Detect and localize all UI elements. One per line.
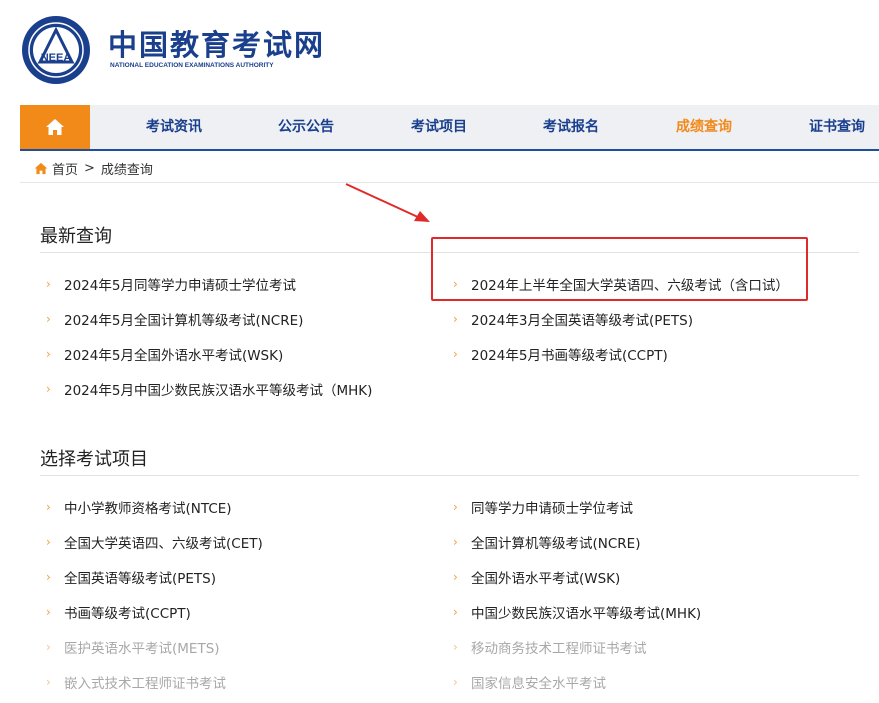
site-title[interactable]: 中国教育考试网 (108, 22, 325, 64)
chevron-right-icon: › (453, 675, 458, 689)
project-item-disabled: › 医护英语水平考试(METS) (46, 640, 220, 657)
chevron-right-icon: › (453, 570, 458, 584)
project-item[interactable]: › 全国大学英语四、六级考试(CET) (46, 532, 263, 552)
project-item[interactable]: › 中国少数民族汉语水平等级考试(MHK) (453, 602, 701, 622)
nav-item-registration[interactable]: 考试报名 (543, 105, 599, 149)
annotation-arrow-icon (345, 183, 430, 222)
select-project-title: 选择考试项目 (40, 449, 148, 470)
project-item-disabled: › 移动商务技术工程师证书考试 (453, 640, 647, 657)
nav-home-button[interactable] (20, 105, 90, 149)
chevron-right-icon: › (453, 640, 458, 654)
highlight-box (431, 237, 808, 301)
neea-emblem-icon[interactable]: NEEA (20, 14, 92, 86)
latest-item[interactable]: › 2024年5月全国计算机等级考试(NCRE) (46, 309, 303, 329)
chevron-right-icon: › (453, 347, 458, 361)
breadcrumb-home-link[interactable]: 首页 (52, 159, 78, 178)
select-project-divider (40, 475, 859, 476)
svg-text:NEEA: NEEA (41, 52, 72, 64)
nav-item-exams[interactable]: 考试项目 (411, 105, 467, 149)
home-icon (34, 162, 48, 174)
project-item[interactable]: › 书画等级考试(CCPT) (46, 602, 191, 622)
latest-item[interactable]: › 2024年3月全国英语等级考试(PETS) (453, 309, 693, 329)
project-item[interactable]: › 中小学教师资格考试(NTCE) (46, 497, 232, 517)
project-item-disabled: › 嵌入式技术工程师证书考试 (46, 675, 226, 692)
site-subtitle: NATIONAL EDUCATION EXAMINATIONS AUTHORIT… (110, 62, 274, 69)
project-item[interactable]: › 同等学力申请硕士学位考试 (453, 497, 633, 517)
latest-query-title: 最新查询 (40, 226, 112, 247)
chevron-right-icon: › (453, 500, 458, 514)
breadcrumb: 首页 > 成绩查询 (34, 157, 153, 179)
latest-item[interactable]: › 2024年5月同等学力申请硕士学位考试 (46, 274, 296, 294)
chevron-right-icon: › (46, 535, 51, 549)
chevron-right-icon: › (453, 605, 458, 619)
project-item[interactable]: › 全国计算机等级考试(NCRE) (453, 532, 640, 552)
latest-item[interactable]: › 2024年5月全国外语水平考试(WSK) (46, 344, 283, 364)
breadcrumb-separator: > (84, 160, 95, 176)
project-item-disabled: › 国家信息安全水平考试 (453, 675, 606, 692)
chevron-right-icon: › (46, 640, 51, 654)
chevron-right-icon: › (46, 605, 51, 619)
chevron-right-icon: › (46, 382, 51, 396)
home-icon (46, 119, 64, 135)
nav-item-certificate-query[interactable]: 证书查询 (809, 105, 865, 149)
chevron-right-icon: › (46, 277, 51, 291)
chevron-right-icon: › (46, 570, 51, 584)
nav-item-notices[interactable]: 公示公告 (278, 105, 334, 149)
chevron-right-icon: › (453, 535, 458, 549)
chevron-right-icon: › (46, 675, 51, 689)
latest-item[interactable]: › 2024年5月书画等级考试(CCPT) (453, 344, 668, 364)
chevron-right-icon: › (453, 312, 458, 326)
chevron-right-icon: › (46, 500, 51, 514)
chevron-right-icon: › (46, 312, 51, 326)
main-nav: 考试资讯 公示公告 考试项目 考试报名 成绩查询 证书查询 (20, 105, 879, 151)
breadcrumb-current: 成绩查询 (100, 162, 153, 178)
project-item[interactable]: › 全国外语水平考试(WSK) (453, 567, 620, 587)
project-item[interactable]: › 全国英语等级考试(PETS) (46, 567, 216, 587)
chevron-right-icon: › (46, 347, 51, 361)
latest-item[interactable]: › 2024年5月中国少数民族汉语水平等级考试（MHK) (46, 379, 372, 399)
nav-item-news[interactable]: 考试资讯 (146, 105, 202, 149)
nav-item-score-query[interactable]: 成绩查询 (676, 105, 732, 149)
breadcrumb-divider (20, 182, 879, 183)
site-header: NEEA 中国教育考试网 NATIONAL EDUCATION EXAMINAT… (0, 0, 879, 105)
